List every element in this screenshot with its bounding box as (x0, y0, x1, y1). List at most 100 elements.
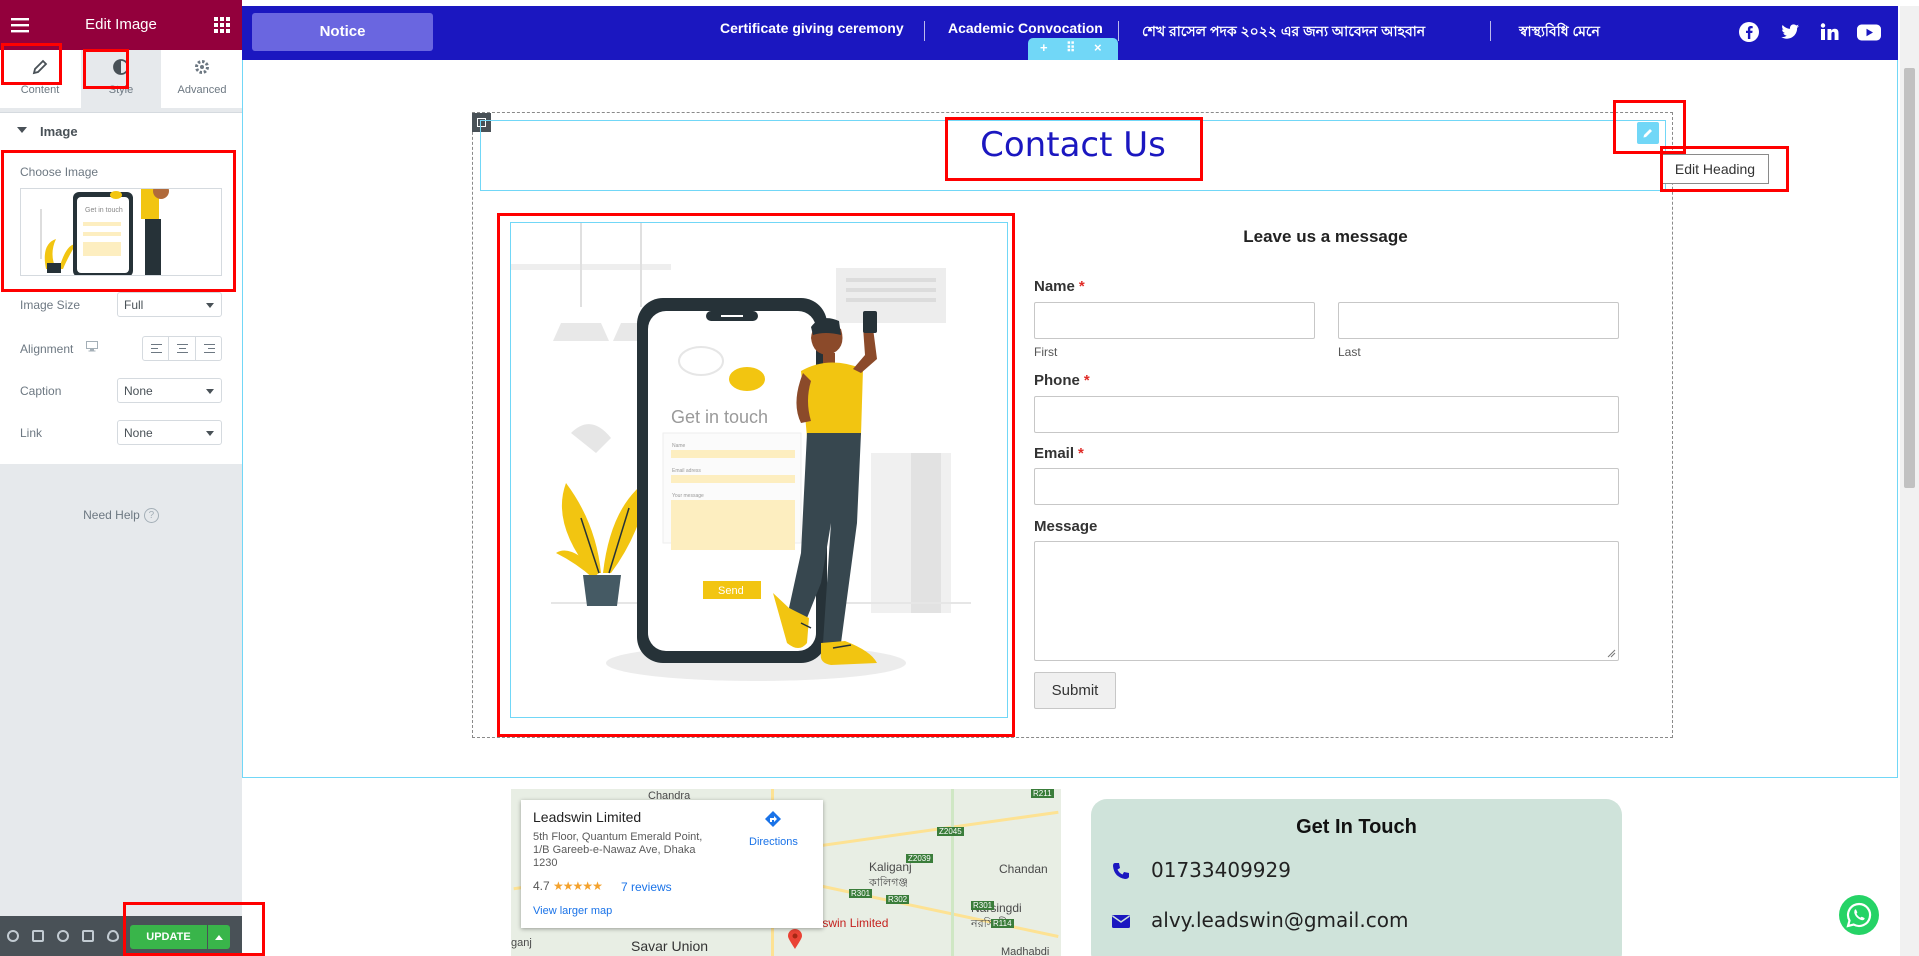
ticker-item[interactable]: স্বাস্থ্যবিধি মেনে (1519, 20, 1600, 44)
road-badge: Z2039 (906, 854, 933, 863)
need-help-label: Need Help (83, 508, 140, 522)
linkedin-icon[interactable] (1819, 21, 1841, 43)
dropdown-arrow-icon (206, 431, 214, 436)
illustration-field-label: Email adress (672, 468, 701, 474)
phone-icon (1113, 863, 1129, 879)
contact-phone[interactable]: 01733409929 (1151, 858, 1291, 882)
history-icon[interactable] (57, 930, 69, 942)
tab-content-label: Content (20, 84, 60, 96)
tab-content[interactable]: Content (0, 50, 80, 108)
message-label: Message (1034, 518, 1098, 535)
get-in-touch-illustration: Get in touch Name Email adress Your mess… (511, 223, 1007, 717)
alignment-control (142, 336, 222, 361)
caption-select[interactable]: None (117, 378, 222, 403)
desktop-icon[interactable] (86, 341, 98, 352)
elementor-panel: Edit Image Content Style Advanced Image … (0, 0, 242, 956)
resize-handle-icon[interactable] (1607, 649, 1616, 658)
image-size-label: Image Size (20, 298, 81, 312)
directions-icon[interactable] (764, 810, 782, 828)
choose-image-thumbnail[interactable]: Get in touch (20, 188, 222, 276)
reviews-link[interactable]: 7 reviews (621, 880, 672, 894)
map-label: কালিগঞ্জ (869, 877, 908, 889)
road-badge: R301 (849, 889, 873, 898)
responsive-icon[interactable] (82, 930, 94, 942)
illustration-send-label: Send (718, 585, 744, 597)
caret-down-icon (17, 127, 27, 133)
get-in-touch-title: Get In Touch (1296, 816, 1417, 838)
ticker-separator (1118, 21, 1119, 41)
panel-header: Edit Image (0, 0, 242, 50)
form-title: Leave us a message (1243, 227, 1408, 246)
tab-style[interactable]: Style (81, 50, 161, 108)
rating-stars: ★★★★★ (553, 879, 603, 893)
delete-section-icon[interactable]: × (1094, 40, 1102, 55)
first-name-input[interactable] (1034, 302, 1315, 339)
name-label: Name * (1034, 278, 1085, 295)
align-left-button[interactable] (143, 337, 170, 360)
align-right-button[interactable] (196, 337, 221, 360)
update-options-button[interactable] (208, 925, 230, 949)
get-in-touch-card: Get In Touch 01733409929 alvy.leadswin@g… (1091, 799, 1622, 956)
preview-eye-icon[interactable] (107, 930, 119, 942)
scrollbar[interactable] (1900, 6, 1919, 956)
add-section-icon[interactable]: + (1040, 40, 1048, 55)
ticker-item[interactable]: Academic Convocation (948, 20, 1103, 36)
section-title: Image (40, 124, 78, 139)
map-road (951, 789, 954, 956)
illustration-field-label: Name (672, 443, 686, 449)
navigator-icon[interactable] (32, 930, 44, 942)
facebook-icon[interactable] (1738, 21, 1760, 43)
view-larger-map-link[interactable]: View larger map (533, 905, 612, 917)
submit-button[interactable]: Submit (1034, 672, 1116, 709)
move-section-icon[interactable]: ⠿ (1066, 40, 1076, 56)
notice-button[interactable]: Notice (252, 13, 433, 51)
ticker-item[interactable]: শেখ রাসেল পদক ২০২২ এর জন্য আবেদন আহবান (1142, 20, 1425, 44)
thumbnail-illustration: Get in touch (21, 189, 221, 275)
image-size-select[interactable]: Full (117, 292, 222, 317)
contact-email[interactable]: alvy.leadswin@gmail.com (1151, 908, 1408, 932)
road-badge: Z2045 (937, 827, 964, 836)
align-center-button[interactable] (169, 337, 196, 360)
illustration-field-label: Your message (672, 493, 704, 499)
caret-up-icon (215, 935, 223, 940)
tab-advanced[interactable]: Advanced (162, 50, 242, 108)
ticker-separator (1490, 21, 1491, 41)
directions-link[interactable]: Directions (749, 836, 798, 848)
road-badge: R301 (971, 901, 995, 910)
pencil-icon (32, 59, 48, 75)
widgets-grid-icon[interactable] (214, 17, 230, 33)
place-name: Leadswin Limited (533, 809, 642, 825)
youtube-icon[interactable] (1856, 21, 1882, 43)
place-rating: 4.7 ★★★★★ (533, 879, 603, 893)
image-controls: Choose Image Get in touch Image Size Ful… (0, 148, 242, 464)
email-input[interactable] (1034, 468, 1619, 505)
road-badge: R211 (1031, 789, 1054, 798)
tab-advanced-label: Advanced (177, 84, 227, 96)
need-help-link[interactable]: Need Help? (0, 508, 242, 524)
panel-title: Edit Image (85, 16, 157, 33)
illustration-title: Get in touch (671, 407, 768, 427)
pencil-icon (1643, 129, 1652, 138)
message-textarea[interactable] (1034, 541, 1619, 661)
phone-input[interactable] (1034, 396, 1619, 433)
dropdown-arrow-icon (206, 303, 214, 308)
twitter-icon[interactable] (1779, 21, 1801, 43)
edit-heading-button[interactable] (1637, 122, 1659, 144)
section-image-toggle[interactable]: Image (0, 112, 242, 148)
scroll-thumb[interactable] (1904, 68, 1915, 488)
last-name-input[interactable] (1338, 302, 1619, 339)
settings-icon[interactable] (7, 930, 19, 942)
contact-heading[interactable]: Contact Us (480, 120, 1666, 170)
link-select[interactable]: None (117, 420, 222, 445)
help-icon: ? (143, 508, 159, 524)
map-label: ganj (511, 937, 532, 949)
tab-style-label: Style (108, 84, 134, 96)
map-pin-icon[interactable] (788, 929, 802, 949)
update-button[interactable]: UPDATE (130, 925, 207, 949)
ticker-item[interactable]: Certificate giving ceremony (720, 20, 904, 36)
image-size-value: Full (124, 298, 144, 312)
envelope-icon (1112, 915, 1130, 928)
contact-illustration-image[interactable]: Get in touch Name Email adress Your mess… (510, 222, 1008, 718)
whatsapp-button[interactable] (1839, 895, 1879, 935)
map-label: Savar Union (631, 938, 709, 954)
